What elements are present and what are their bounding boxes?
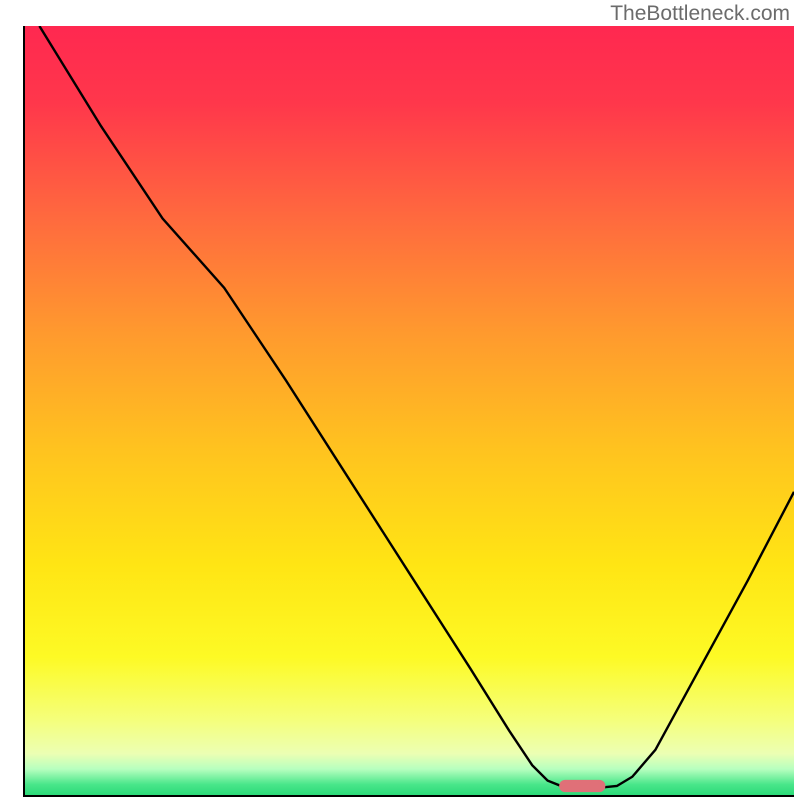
- optimal-marker: [559, 780, 605, 792]
- bottleneck-chart: [0, 0, 800, 800]
- chart-container: { "watermark": "TheBottleneck.com", "cha…: [0, 0, 800, 800]
- watermark-text: TheBottleneck.com: [610, 2, 790, 26]
- gradient-background: [24, 26, 794, 796]
